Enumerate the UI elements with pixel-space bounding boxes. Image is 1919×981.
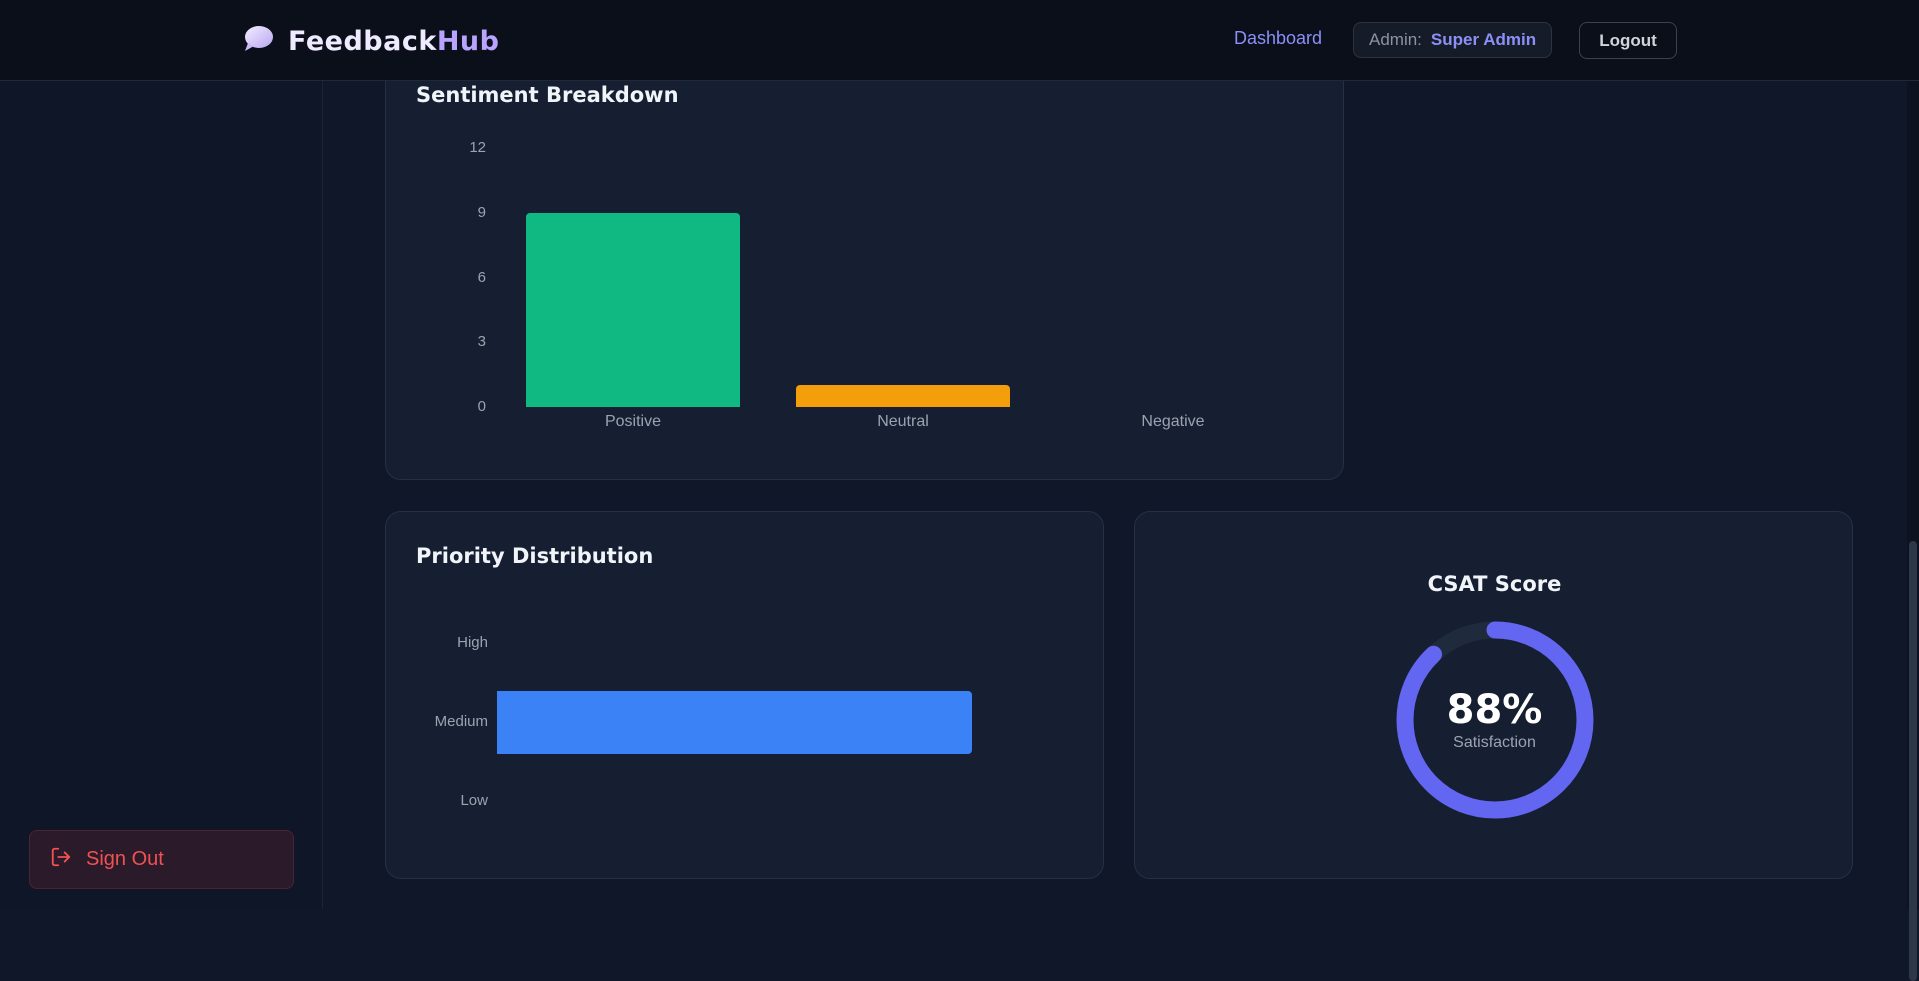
admin-label: Admin: bbox=[1369, 30, 1422, 49]
csat-card: CSAT Score 88% Satisfaction bbox=[1134, 511, 1853, 879]
x-tick-label: Neutral bbox=[877, 413, 929, 430]
y-tick-label: High bbox=[457, 634, 488, 651]
csat-value: 88% bbox=[1446, 687, 1543, 733]
y-tick-label: 3 bbox=[477, 333, 486, 351]
y-tick-label: 9 bbox=[477, 203, 486, 221]
y-tick-label: 6 bbox=[477, 268, 486, 286]
bar-neutral bbox=[796, 385, 1010, 407]
brand[interactable]: FeedbackHub bbox=[242, 24, 499, 59]
bar-positive bbox=[526, 212, 740, 407]
x-tick-label: Negative bbox=[1141, 413, 1205, 430]
top-bar: FeedbackHub Dashboard Admin: Super Admin… bbox=[0, 0, 1919, 81]
sign-out-label: Sign Out bbox=[86, 848, 164, 870]
sentiment-chart: 0 3 6 9 12 Positive Neutral Negative bbox=[386, 61, 1345, 481]
sign-out-icon bbox=[50, 846, 72, 874]
sign-out-button[interactable]: Sign Out bbox=[29, 830, 294, 889]
y-tick-label: 0 bbox=[477, 398, 486, 415]
sentiment-card: Sentiment Breakdown 0 3 6 9 12 Positive Neutra… bbox=[385, 60, 1344, 480]
csat-title: CSAT Score bbox=[1427, 572, 1562, 596]
priority-chart: High Medium Low bbox=[386, 512, 1105, 880]
chat-bubble-icon bbox=[242, 24, 274, 59]
nav-dashboard-link[interactable]: Dashboard bbox=[1234, 28, 1322, 49]
brand-name: FeedbackHub bbox=[288, 26, 500, 57]
logout-button[interactable]: Logout bbox=[1579, 22, 1677, 59]
sidebar bbox=[0, 81, 323, 909]
page-scrollbar[interactable] bbox=[1907, 81, 1919, 981]
admin-name: Super Admin bbox=[1430, 30, 1537, 49]
admin-badge: Admin: Super Admin bbox=[1353, 22, 1553, 58]
bar-medium bbox=[497, 690, 972, 754]
y-tick-label: Medium bbox=[434, 713, 488, 730]
y-tick-label: 12 bbox=[469, 139, 486, 156]
scrollbar-thumb[interactable] bbox=[1909, 541, 1917, 981]
y-tick-label: Low bbox=[460, 792, 488, 809]
x-tick-label: Positive bbox=[604, 413, 662, 430]
priority-card: Priority Distribution High Medium Low bbox=[385, 511, 1104, 879]
csat-subtitle: Satisfaction bbox=[1453, 734, 1536, 751]
